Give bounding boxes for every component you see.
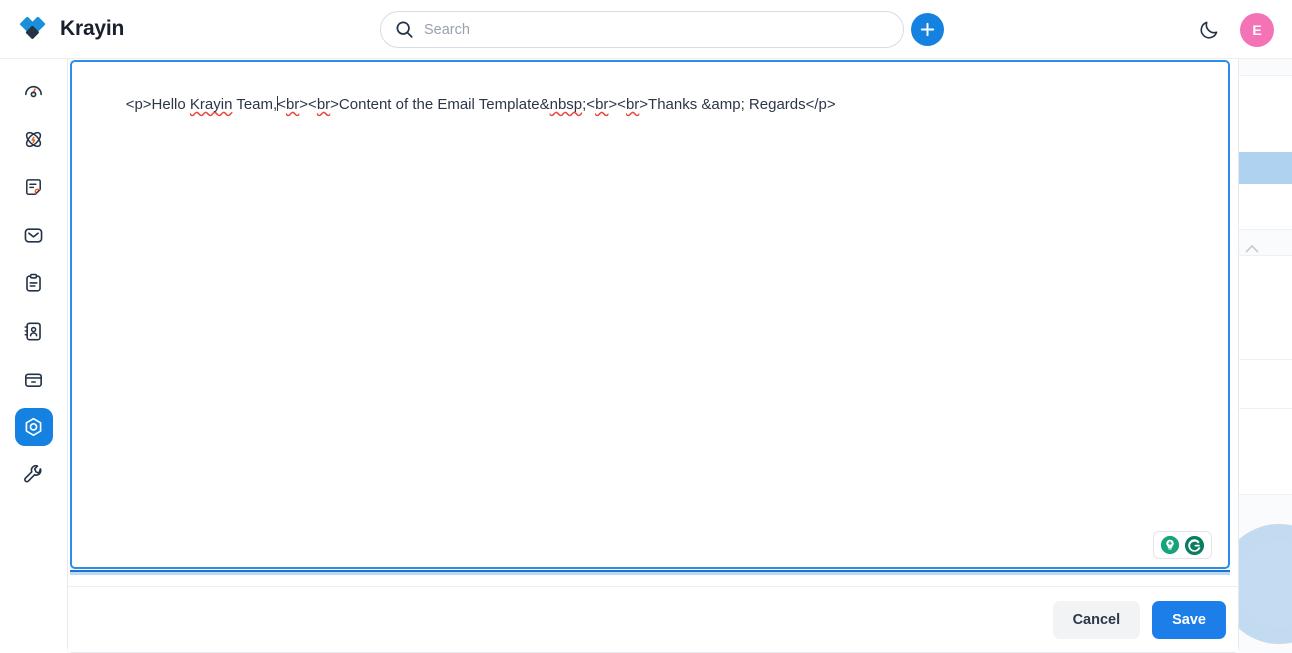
sidebar-item-activities[interactable] (15, 264, 53, 302)
grammarly-widget[interactable] (1153, 531, 1212, 559)
chevron-up-icon (1245, 245, 1259, 253)
app-root: Krayin E (0, 0, 1292, 653)
search-box[interactable] (380, 11, 904, 48)
quotes-note-icon (26, 178, 41, 195)
sidebar (0, 59, 67, 653)
add-new-button[interactable] (911, 13, 944, 46)
search-bar[interactable] (380, 11, 904, 48)
app-header: Krayin E (0, 0, 1292, 59)
sidebar-item-leads[interactable] (15, 120, 53, 158)
editor-resize-bar[interactable] (70, 570, 1230, 575)
modal-footer: Cancel Save (68, 586, 1238, 652)
sidebar-item-products[interactable] (15, 360, 53, 398)
search-input[interactable] (424, 21, 889, 38)
user-avatar[interactable]: E (1240, 12, 1274, 47)
plus-icon (920, 22, 935, 37)
sidebar-item-mail[interactable] (15, 216, 53, 254)
background-blue-button (1230, 152, 1292, 184)
search-icon (396, 21, 413, 38)
sidebar-item-quotes[interactable] (15, 168, 53, 206)
products-box-icon (25, 373, 42, 387)
brand-name: Krayin (60, 17, 125, 40)
grammarly-assistant-lightbulb-icon (1160, 535, 1180, 555)
email-template-html-editor[interactable]: <p>Hello Krayin Team,<br><br>Content of … (70, 60, 1230, 569)
email-template-modal: <p>Hello Krayin Team,<br><br>Content of … (67, 59, 1239, 653)
activities-clipboard-icon (26, 273, 41, 292)
grammarly-g-logo-icon (1184, 535, 1205, 555)
dark-mode-toggle-button[interactable] (1196, 17, 1222, 43)
sidebar-item-dashboard[interactable] (15, 72, 53, 110)
cancel-button[interactable]: Cancel (1052, 600, 1141, 639)
krayin-diamond-logo-icon (20, 16, 46, 39)
sidebar-item-contacts[interactable] (15, 312, 53, 350)
configuration-wrench-icon (24, 464, 42, 482)
contacts-book-icon (24, 321, 41, 341)
header-actions: E (1196, 0, 1274, 59)
sidebar-item-settings[interactable] (14, 408, 53, 446)
settings-hexagon-icon (25, 417, 42, 436)
modal-body: <p>Hello Krayin Team,<br><br>Content of … (68, 59, 1238, 586)
sidebar-item-configuration[interactable] (15, 456, 53, 494)
mail-envelope-icon (24, 227, 43, 243)
editor-container: <p>Hello Krayin Team,<br><br>Content of … (70, 60, 1230, 569)
moon-icon (1200, 21, 1217, 39)
save-button[interactable]: Save (1152, 600, 1226, 639)
brand[interactable]: Krayin (20, 16, 340, 42)
dashboard-gauge-icon (25, 85, 42, 97)
editor-content: <p>Hello Krayin Team,<br><br>Content of … (125, 95, 836, 113)
leads-atom-icon (25, 131, 42, 147)
